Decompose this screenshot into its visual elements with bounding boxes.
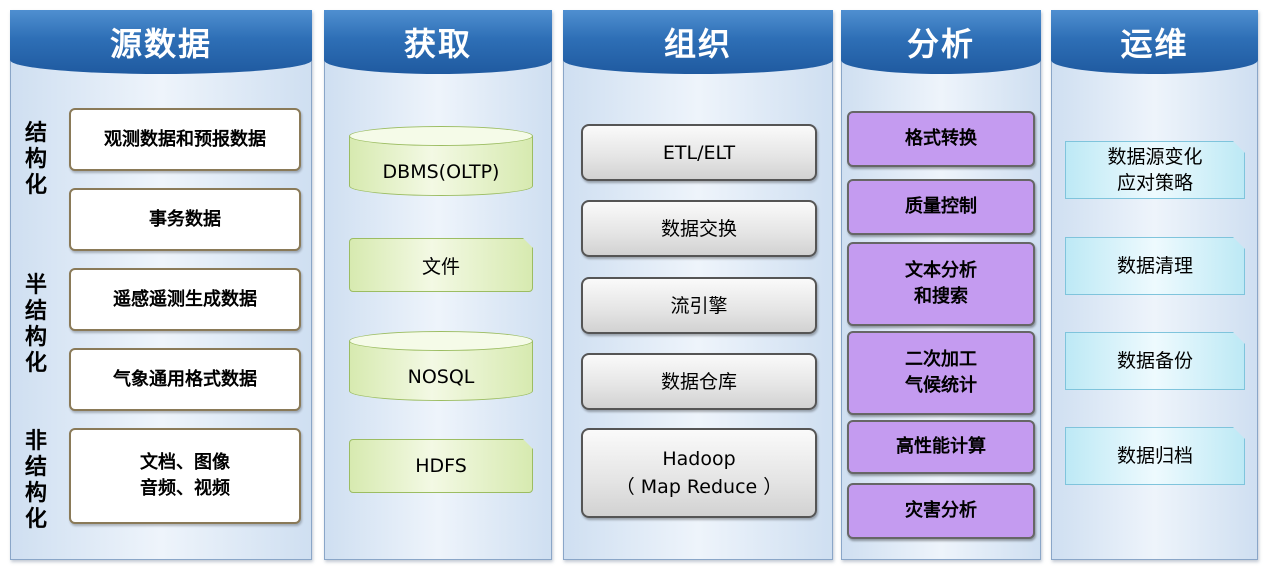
column-title-analyze: 分析 <box>841 10 1041 74</box>
source-item: 气象通用格式数据 <box>69 348 301 411</box>
column-acquire: 获取 DBMS(OLTP) 文件 NOSQL HDFS <box>324 10 552 560</box>
organize-item: 数据交换 <box>581 200 817 257</box>
source-item: 遥感遥测生成数据 <box>69 268 301 331</box>
analyze-item: 灾害分析 <box>847 483 1035 539</box>
source-item: 观测数据和预报数据 <box>69 108 301 171</box>
file-box: HDFS <box>349 439 533 493</box>
group-label-semistructured: 半结构化 <box>24 273 47 376</box>
column-analyze: 分析 格式转换 质量控制 文本分析 和搜索 二次加工 气候统计 高性能计算 灾害… <box>841 10 1041 560</box>
database-cylinder: NOSQL <box>349 331 533 401</box>
analyze-item: 二次加工 气候统计 <box>847 331 1035 415</box>
source-item: 文档、图像 音频、视频 <box>69 428 301 524</box>
column-title-operate: 运维 <box>1051 10 1258 74</box>
source-item: 事务数据 <box>69 188 301 251</box>
group-label-unstructured: 非结构化 <box>24 429 47 532</box>
organize-item: 流引擎 <box>581 277 817 334</box>
analyze-item: 文本分析 和搜索 <box>847 242 1035 326</box>
column-title-acquire: 获取 <box>324 10 552 74</box>
column-title-source: 源数据 <box>10 10 312 74</box>
operate-item: 数据源变化 应对策略 <box>1065 141 1245 199</box>
operate-item: 数据备份 <box>1065 332 1245 390</box>
operate-item: 数据归档 <box>1065 427 1245 485</box>
operate-item: 数据清理 <box>1065 237 1245 295</box>
group-label-structured: 结构化 <box>24 121 47 198</box>
analyze-item: 高性能计算 <box>847 420 1035 474</box>
analyze-item: 质量控制 <box>847 179 1035 235</box>
organize-item: 数据仓库 <box>581 353 817 410</box>
organize-item: ETL/ELT <box>581 124 817 181</box>
acquire-item-label: DBMS(OLTP) <box>382 161 500 183</box>
column-source: 源数据 结构化 半结构化 非结构化 观测数据和预报数据 事务数据 遥感遥测生成数… <box>10 10 312 560</box>
analyze-item: 格式转换 <box>847 111 1035 167</box>
database-cylinder: DBMS(OLTP) <box>349 126 533 196</box>
column-title-organize: 组织 <box>563 10 833 74</box>
column-organize: 组织 ETL/ELT 数据交换 流引擎 数据仓库 Hadoop （ Map Re… <box>563 10 833 560</box>
file-box: 文件 <box>349 238 533 292</box>
column-operate: 运维 数据源变化 应对策略 数据清理 数据备份 数据归档 <box>1051 10 1258 560</box>
acquire-item-label: NOSQL <box>407 366 475 388</box>
organize-item: Hadoop （ Map Reduce ） <box>581 428 817 518</box>
